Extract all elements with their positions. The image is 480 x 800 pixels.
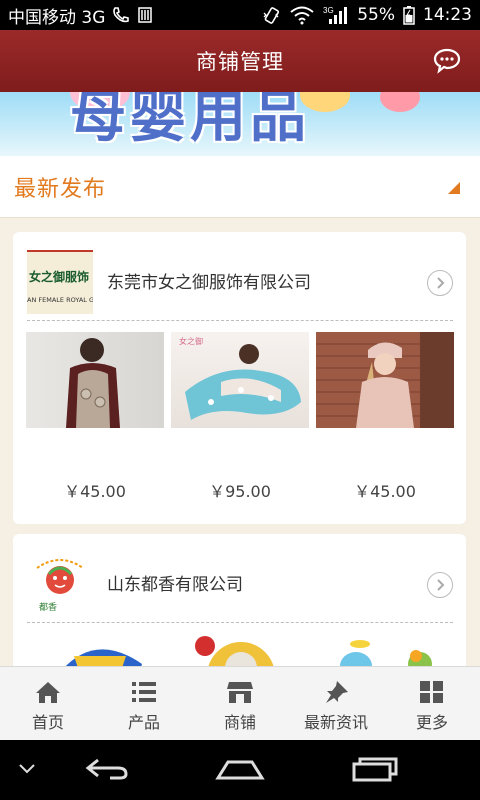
product-row: ￥45.00 女之御 ￥95.00 ￥45.00 [26,332,454,502]
logo-subtext: AN FEMALE ROYAL GA [27,296,93,304]
pin-icon [322,679,350,705]
product-image [26,332,164,428]
home-icon [34,679,62,705]
svg-text:3G: 3G [323,6,334,15]
card-header[interactable]: 女之御服饰 AN FEMALE ROYAL GA 东莞市女之御服饰有限公司 [13,232,466,320]
battery-percent: 55% [357,5,395,25]
nav-item-home[interactable]: 首页 [0,667,96,740]
card-header[interactable]: 都香 山东都香有限公司 [13,534,466,622]
nav-label: 最新资讯 [303,713,368,732]
signal-icon: 3G [323,5,349,25]
product-item[interactable]: ￥45.00 [26,332,164,502]
company-name[interactable]: 山东都香有限公司 [107,570,243,595]
battery-icon [403,5,415,25]
status-bar: 中国移动 3G 3G 55% 14:23 [0,0,480,30]
chevron-right-icon[interactable] [427,572,453,598]
nav-item-products[interactable]: 产品 [96,667,192,740]
company-logo: 女之御服饰 AN FEMALE ROYAL GA [27,250,93,314]
carrier-label: 中国移动 3G [8,7,106,28]
promo-banner[interactable]: 母婴用品 [0,92,480,156]
nav-item-shop[interactable]: 商铺 [192,667,288,740]
recent-apps-icon[interactable] [350,756,398,786]
svg-text:女之御: 女之御 [179,336,203,346]
page-title: 商铺管理 [196,50,284,74]
latest-section-header[interactable]: 最新发布 [0,156,480,218]
storage-icon [137,6,153,24]
list-icon [130,679,158,705]
chat-bubble-icon[interactable] [432,46,462,76]
section-title: 最新发布 [14,176,107,202]
app-header: 商铺管理 [0,30,480,92]
wifi-icon [289,5,315,25]
logo-text: 都香 [39,603,58,613]
divider [27,622,453,623]
corner-arrow-icon [448,182,460,194]
system-nav-bar [0,740,480,800]
clock: 14:23 [423,5,472,25]
product-image [316,332,454,428]
product-price: ￥95.00 [209,482,271,501]
nav-label: 首页 [31,713,64,732]
shop-card[interactable]: 女之御服饰 AN FEMALE ROYAL GA 东莞市女之御服饰有限公司 ￥4… [13,232,466,524]
banner-title: 母婴用品 [70,92,310,150]
home-button-icon[interactable] [214,758,266,786]
product-item[interactable]: 女之御 ￥95.00 [171,332,309,502]
product-item[interactable]: ￥45.00 [316,332,454,502]
phone-icon [111,6,131,24]
product-price: ￥45.00 [354,482,416,501]
company-name[interactable]: 东莞市女之御服饰有限公司 [107,268,311,293]
nav-label: 产品 [127,713,160,732]
company-logo: 都香 [27,552,93,616]
product-price: ￥45.00 [64,482,126,501]
chevron-down-icon[interactable] [18,760,36,779]
shop-icon [226,679,254,705]
grid-icon [418,679,446,705]
logo-text: 女之御服饰 [29,270,90,284]
banner-decoration [380,92,420,112]
nav-label: 商铺 [223,713,256,732]
back-icon[interactable] [84,756,130,786]
divider [27,320,453,321]
chevron-right-icon[interactable] [427,270,453,296]
bottom-nav: 首页 产品 商铺 最新资讯 更多 [0,666,480,740]
nav-item-more[interactable]: 更多 [384,667,480,740]
nav-item-news[interactable]: 最新资讯 [288,667,384,740]
app-screen: 中国移动 3G 3G 55% 14:23 商铺管理 母婴用品 最新发布 女之御服… [0,0,480,800]
vibrate-icon [261,5,281,25]
nav-label: 更多 [415,713,448,732]
product-image: 女之御 [171,332,309,428]
